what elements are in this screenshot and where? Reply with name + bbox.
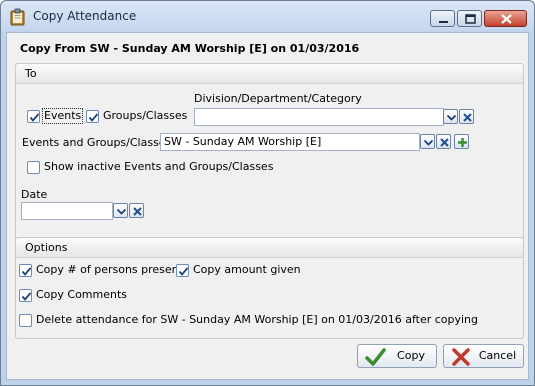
- close-button[interactable]: [484, 10, 527, 27]
- cancel-button[interactable]: Cancel: [443, 344, 524, 368]
- checkmark-icon: [178, 267, 189, 276]
- copy-from-header: Copy From SW - Sunday AM Worship [E] on …: [20, 42, 360, 55]
- checkmark-icon: [21, 292, 32, 301]
- division-input[interactable]: [194, 108, 444, 126]
- minimize-button[interactable]: [430, 10, 455, 27]
- checkmark-icon: [29, 113, 40, 122]
- division-dropdown-button[interactable]: [443, 109, 458, 124]
- window-title: Copy Attendance: [33, 9, 137, 23]
- copy-attendance-window: Copy Attendance Copy From SW - Sunday AM…: [0, 0, 535, 386]
- date-dropdown-button[interactable]: [113, 203, 128, 218]
- events-label: Events: [41, 108, 84, 124]
- division-label: Division/Department/Category: [194, 92, 362, 105]
- copy-comments-label: Copy Comments: [36, 288, 128, 301]
- events-groups-clear-button[interactable]: [436, 134, 451, 149]
- division-clear-button[interactable]: [459, 109, 474, 124]
- plus-icon: [458, 138, 467, 147]
- clear-x-icon: [133, 207, 142, 216]
- maximize-button[interactable]: [457, 10, 482, 27]
- groups-classes-label: Groups/Classes: [103, 109, 188, 122]
- show-inactive-checkbox[interactable]: [27, 161, 40, 174]
- cancel-button-label: Cancel: [478, 349, 517, 362]
- events-groups-dropdown-button[interactable]: [420, 134, 435, 149]
- delete-attendance-checkbox[interactable]: [19, 314, 32, 327]
- show-inactive-label: Show inactive Events and Groups/Classes: [44, 160, 274, 173]
- title-bar[interactable]: Copy Attendance: [1, 1, 534, 31]
- chevron-down-icon: [423, 139, 434, 146]
- events-checkbox[interactable]: [27, 110, 40, 123]
- events-groups-select[interactable]: SW - Sunday AM Worship [E]: [160, 133, 420, 151]
- copy-comments-checkbox[interactable]: [19, 289, 32, 302]
- checkmark-icon: [21, 267, 32, 276]
- to-section-title: To: [16, 64, 523, 84]
- close-icon: [501, 14, 512, 24]
- copy-button[interactable]: Copy: [357, 344, 437, 368]
- maximize-icon: [465, 14, 476, 24]
- copy-amount-label: Copy amount given: [193, 263, 301, 276]
- clear-x-icon: [440, 138, 449, 147]
- events-groups-label: Events and Groups/Classes: [22, 136, 172, 149]
- chevron-down-icon: [116, 208, 127, 215]
- groups-classes-checkbox[interactable]: [86, 110, 99, 123]
- date-input[interactable]: [21, 202, 113, 220]
- copy-amount-checkbox[interactable]: [176, 264, 189, 277]
- date-label: Date: [21, 188, 48, 201]
- events-groups-add-button[interactable]: [454, 134, 469, 149]
- date-clear-button[interactable]: [129, 203, 144, 218]
- minimize-icon: [439, 21, 448, 23]
- checkmark-icon: [88, 113, 99, 122]
- copy-persons-checkbox[interactable]: [19, 264, 32, 277]
- copy-persons-label: Copy # of persons present: [36, 263, 183, 276]
- delete-attendance-label: Delete attendance for SW - Sunday AM Wor…: [36, 313, 479, 326]
- copy-button-label: Copy: [397, 349, 425, 362]
- dialog-body: Copy From SW - Sunday AM Worship [E] on …: [6, 32, 529, 380]
- chevron-down-icon: [446, 114, 457, 121]
- clipboard-icon: [9, 8, 27, 26]
- options-section-title: Options: [16, 238, 523, 258]
- clear-x-icon: [463, 113, 472, 122]
